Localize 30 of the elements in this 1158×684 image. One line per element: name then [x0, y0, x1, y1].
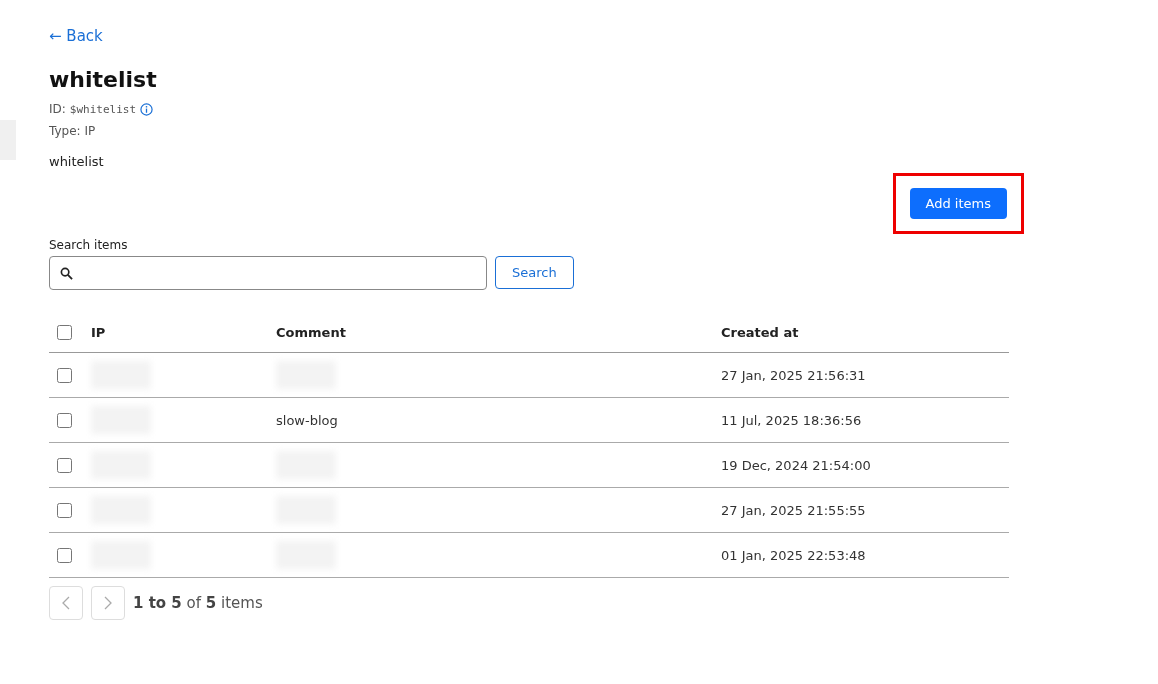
table-cell-text: 19 Dec, 2024 21:54:00: [721, 457, 872, 473]
row-checkbox[interactable]: [57, 412, 72, 428]
pagination-summary: 1 to 5 of 5 items: [133, 594, 263, 612]
column-header: IP: [91, 324, 107, 340]
table-cell-text: 27 Jan, 2025 21:56:31: [721, 367, 867, 383]
row-checkbox[interactable]: [57, 457, 72, 473]
search-button[interactable]: Search: [495, 256, 574, 289]
type-line: Type: IP: [49, 124, 96, 138]
row-checkbox[interactable]: [57, 547, 72, 563]
search-field[interactable]: [49, 256, 487, 290]
column-header: Created at: [721, 324, 800, 340]
add-items-button[interactable]: Add items: [909, 188, 1007, 219]
row-checkbox[interactable]: [57, 367, 72, 383]
table-cell-text: 01 Jan, 2025 22:53:48: [721, 547, 867, 563]
search-label: Search items: [49, 238, 129, 252]
info-icon[interactable]: [140, 102, 154, 116]
select-all-checkbox[interactable]: [57, 324, 72, 340]
chevron-left-icon: [62, 596, 70, 610]
row-checkbox[interactable]: [57, 502, 72, 518]
search-icon: [60, 266, 73, 280]
description: whitelist: [49, 154, 105, 169]
table-cell-text: 11 Jul, 2025 18:36:56: [721, 412, 863, 428]
column-header: Comment: [276, 324, 347, 340]
table-cell-text: slow-blog: [276, 412, 339, 428]
back-link[interactable]: ← Back: [49, 27, 103, 45]
table-cell-text: 27 Jan, 2025 21:55:55: [721, 502, 867, 518]
chevron-right-icon: [104, 596, 112, 610]
page-title: whitelist: [49, 67, 158, 92]
id-value: $whitelist: [69, 102, 137, 116]
id-label: ID:: [49, 102, 66, 116]
